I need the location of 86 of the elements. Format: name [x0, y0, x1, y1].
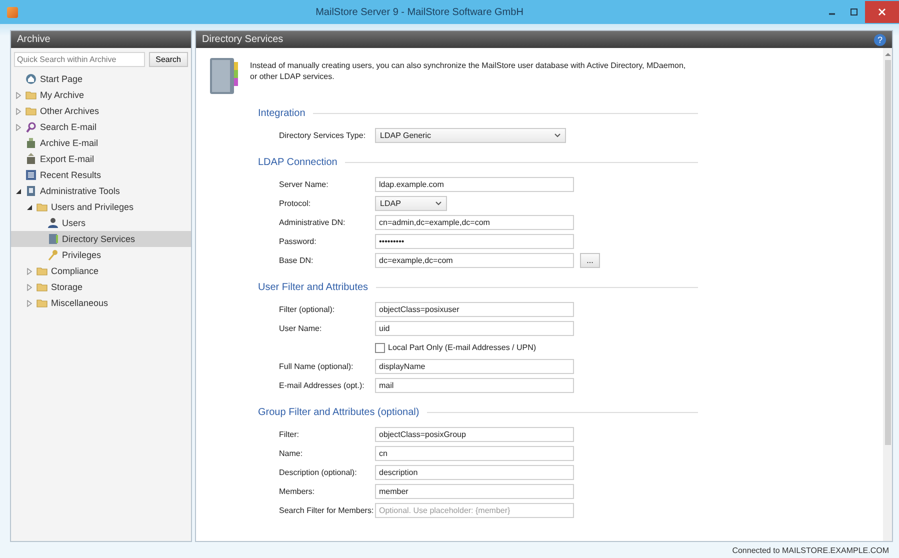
tree-item[interactable]: Administrative Tools	[11, 183, 191, 199]
tree-item[interactable]: Storage	[11, 279, 191, 295]
section-title: LDAP Connection	[258, 157, 338, 168]
close-button[interactable]	[865, 1, 899, 23]
app-icon	[7, 6, 18, 18]
field-label: Password:	[279, 237, 318, 246]
field-label: Name:	[279, 449, 304, 458]
expander-icon[interactable]	[26, 204, 33, 210]
section-title: User Filter and Attributes	[258, 282, 368, 293]
scroll-up-arrow-icon[interactable]	[884, 52, 890, 56]
browse-button[interactable]: ...	[580, 253, 600, 268]
tree-item[interactable]: Export E-mail	[11, 151, 191, 167]
search-button[interactable]: Search	[148, 52, 188, 67]
text-field[interactable]: cn=admin,dc=example,dc=com	[375, 215, 574, 230]
magnifier-icon	[25, 121, 37, 133]
field-label: Filter:	[279, 430, 300, 439]
dropdown[interactable]: LDAP	[375, 196, 447, 211]
field-label: Protocol:	[279, 199, 312, 208]
list-icon	[25, 169, 37, 181]
folder-icon	[25, 105, 37, 117]
checkbox-label: Local Part Only (E-mail Addresses / UPN)	[388, 343, 536, 352]
tree-item[interactable]: Miscellaneous	[11, 295, 191, 311]
text-field[interactable]: objectClass=posixuser	[375, 302, 574, 317]
tree-item[interactable]: Other Archives	[11, 103, 191, 119]
panel-title: Directory Services	[202, 34, 284, 45]
close-icon	[878, 8, 886, 16]
text-field[interactable]: objectClass=posixGroup	[375, 427, 574, 442]
tree-item[interactable]: Archive E-mail	[11, 135, 191, 151]
text-field[interactable]: cn	[375, 446, 574, 461]
field-label: Base DN:	[279, 256, 314, 265]
folder-icon	[25, 89, 37, 101]
user-icon	[47, 217, 59, 229]
field-label: Members:	[279, 487, 316, 496]
field-label: User Name:	[279, 324, 323, 333]
status-text: Connected to MAILSTORE.EXAMPLE.COM	[732, 546, 889, 554]
field-label: Server Name:	[279, 180, 330, 189]
folder-icon	[36, 201, 48, 213]
folder-icon	[36, 265, 48, 277]
field-label: Filter (optional):	[279, 305, 336, 314]
folder-icon	[36, 297, 48, 309]
panel-header: Archive	[11, 31, 191, 48]
box-icon	[25, 137, 37, 149]
help-button[interactable]: ?	[874, 34, 886, 46]
text-field[interactable]: mail	[375, 378, 574, 393]
field-label: Directory Services Type:	[279, 131, 367, 140]
field-label: Full Name (optional):	[279, 362, 354, 371]
description-text: Instead of manually creating users, you can also synchronize the MailStore user database with Active Directory, MDaemon, or other LDAP services.	[250, 60, 687, 82]
dropdown[interactable]: LDAP Generic	[375, 128, 566, 143]
tree-item[interactable]: Privileges	[11, 247, 191, 263]
text-field[interactable]: ldap.example.com	[375, 177, 574, 192]
field-label: Administrative DN:	[279, 218, 346, 227]
text-field[interactable]: description	[375, 465, 574, 480]
window-title: MailStore Server 9 - MailStore Software GmbH	[314, 6, 524, 18]
scrollbar[interactable]	[883, 48, 892, 541]
field-label: Description (optional):	[279, 468, 358, 477]
caret-icon	[435, 201, 442, 206]
text-field[interactable]: dc=example,dc=com	[375, 253, 574, 268]
tree-item[interactable]: Directory Services	[11, 231, 191, 247]
tree-item[interactable]: Users	[11, 215, 191, 231]
text-field[interactable]: member	[375, 484, 574, 499]
maximize-icon	[850, 8, 858, 16]
field-label: E-mail Addresses (opt.):	[279, 381, 366, 390]
tree-item[interactable]: My Archive	[11, 87, 191, 103]
key-icon	[47, 249, 59, 261]
text-field[interactable]: •••••••••	[375, 234, 574, 249]
field-label: Search Filter for Members:	[279, 506, 375, 515]
folder-icon	[36, 281, 48, 293]
caret-icon	[554, 133, 561, 138]
tree-item[interactable]: Search E-mail	[11, 119, 191, 135]
document-icon	[25, 185, 37, 197]
box-icon	[25, 153, 37, 165]
tree-item[interactable]: Users and Privileges	[11, 199, 191, 215]
text-field[interactable]: uid	[375, 321, 574, 336]
directory-book-icon	[208, 56, 240, 96]
text-field[interactable]: displayName	[375, 359, 574, 374]
search-field[interactable]: Quick Search within Archive	[14, 52, 145, 67]
tree-item[interactable]: Start Page	[11, 71, 191, 87]
home-icon	[25, 73, 37, 85]
tree-item[interactable]: Recent Results	[11, 167, 191, 183]
section-title: Integration	[258, 108, 306, 119]
text-field[interactable]: Optional. Use placeholder: {member}	[375, 503, 574, 518]
directory-icon	[47, 233, 59, 245]
expander-icon[interactable]	[15, 188, 22, 194]
checkbox[interactable]	[375, 342, 385, 352]
tree-item[interactable]: Compliance	[11, 263, 191, 279]
section-title: Group Filter and Attributes (optional)	[258, 407, 420, 418]
